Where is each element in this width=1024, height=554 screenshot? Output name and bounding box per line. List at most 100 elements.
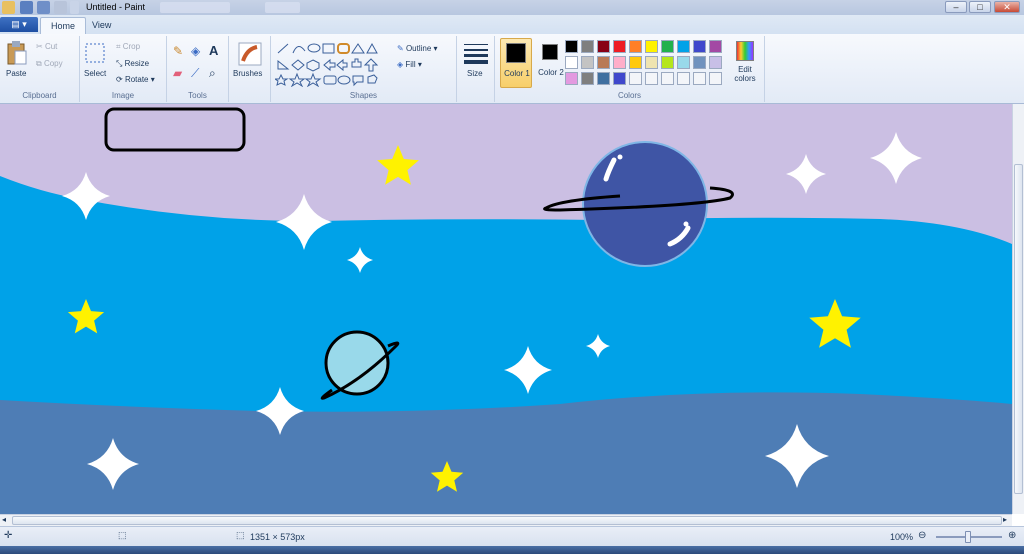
size-icon[interactable]: [463, 42, 489, 64]
scroll-right-arrow-icon[interactable]: ▸: [1003, 515, 1007, 524]
minimize-button[interactable]: –: [945, 1, 967, 13]
palette-swatch[interactable]: [693, 40, 706, 53]
palette-swatch[interactable]: [645, 72, 658, 85]
color1-label: Color 1: [504, 69, 530, 78]
palette-swatch[interactable]: [629, 56, 642, 69]
palette-swatch[interactable]: [677, 56, 690, 69]
palette-swatch[interactable]: [597, 72, 610, 85]
palette-swatch[interactable]: [677, 72, 690, 85]
paint-app-icon: [2, 1, 15, 14]
color2-selector[interactable]: Color 2: [535, 38, 567, 88]
window-title: Untitled - Paint: [86, 2, 146, 12]
outline-button[interactable]: ✎ Outline ▾: [397, 44, 438, 53]
drawing-canvas[interactable]: [0, 104, 1012, 514]
palette-swatch[interactable]: [581, 56, 594, 69]
selection-size-icon: ⬚: [118, 530, 127, 540]
resize-label: Resize: [124, 59, 150, 68]
color1-selector[interactable]: Color 1: [500, 38, 532, 88]
select-button[interactable]: Select: [84, 69, 106, 78]
clipboard-group: Paste ✂ Cut ⧉ Copy Clipboard: [0, 36, 80, 102]
palette-swatch[interactable]: [645, 40, 658, 53]
horizontal-scrollbar[interactable]: ◂ ▸: [0, 514, 1012, 526]
shapes-gallery[interactable]: [275, 41, 390, 87]
tab-view[interactable]: View: [82, 17, 121, 34]
redo-icon[interactable]: [54, 1, 67, 14]
palette-swatch[interactable]: [693, 72, 706, 85]
taskbar: [0, 546, 1024, 554]
fill-icon: ◈: [397, 60, 404, 69]
palette-swatch[interactable]: [661, 56, 674, 69]
palette-swatch[interactable]: [645, 56, 658, 69]
pencil-icon[interactable]: ✎: [173, 44, 183, 58]
clipboard-group-label: Clipboard: [22, 91, 57, 100]
fill-button[interactable]: ◈ Fill ▾: [397, 60, 422, 69]
quick-access-dropdown-icon[interactable]: [70, 1, 79, 14]
paste-icon[interactable]: [6, 40, 28, 66]
palette-swatch[interactable]: [709, 40, 722, 53]
color-picker-icon[interactable]: ⟋: [191, 66, 199, 81]
deep-band: [0, 392, 1012, 514]
zoom-in-icon[interactable]: ⊕: [1008, 530, 1016, 541]
save-icon[interactable]: [20, 1, 33, 14]
palette-swatch[interactable]: [709, 72, 722, 85]
vertical-scrollbar[interactable]: [1012, 104, 1024, 514]
palette-swatch[interactable]: [565, 56, 578, 69]
fill-label: Fill: [405, 60, 416, 69]
palette-swatch[interactable]: [581, 72, 594, 85]
title-bar-overlay: [265, 2, 300, 13]
color2-swatch: [542, 44, 558, 60]
palette-swatch[interactable]: [613, 72, 626, 85]
tab-home[interactable]: Home: [40, 17, 87, 34]
zoom-level: 100%: [890, 532, 914, 542]
canvas-size-icon: ⬚: [236, 530, 245, 540]
horizontal-scroll-thumb[interactable]: [12, 516, 1002, 525]
zoom-out-icon[interactable]: ⊖: [918, 530, 926, 541]
close-button[interactable]: ✕: [994, 1, 1020, 13]
size-button[interactable]: Size: [467, 69, 483, 78]
canvas-size-text: 1351 × 573px: [250, 532, 305, 542]
palette-swatch[interactable]: [709, 56, 722, 69]
eraser-icon[interactable]: ▰: [173, 66, 182, 80]
copy-button[interactable]: ⧉ Copy: [36, 59, 63, 69]
brushes-icon[interactable]: [237, 41, 263, 67]
palette-swatch[interactable]: [677, 40, 690, 53]
palette-swatch[interactable]: [613, 56, 626, 69]
paint-menu-button[interactable]: ▤ ▾: [0, 17, 38, 32]
paste-button[interactable]: Paste: [6, 69, 26, 78]
tools-group-label: Tools: [188, 91, 207, 100]
color-palette: [565, 40, 730, 90]
palette-swatch[interactable]: [693, 56, 706, 69]
vertical-scroll-thumb[interactable]: [1014, 164, 1023, 494]
ribbon: Paste ✂ Cut ⧉ Copy Clipboard Select ⌗ Cr…: [0, 34, 1024, 104]
zoom-slider-thumb[interactable]: [965, 531, 971, 543]
resize-button[interactable]: ⤡ Resize: [116, 59, 149, 69]
palette-swatch[interactable]: [565, 40, 578, 53]
maximize-button[interactable]: □: [969, 1, 991, 13]
image-group-label: Image: [111, 91, 135, 100]
brushes-button[interactable]: Brushes: [233, 69, 262, 78]
text-tool-icon[interactable]: A: [209, 43, 218, 58]
rotate-button[interactable]: ⟳ Rotate ▾: [116, 75, 155, 84]
scroll-left-arrow-icon[interactable]: ◂: [2, 515, 6, 524]
magnifier-icon[interactable]: ⌕: [209, 66, 216, 81]
palette-swatch[interactable]: [661, 40, 674, 53]
palette-swatch[interactable]: [661, 72, 674, 85]
palette-swatch[interactable]: [597, 40, 610, 53]
fill-bucket-icon[interactable]: ◈: [191, 44, 200, 58]
brushes-group: Brushes: [229, 36, 271, 102]
palette-swatch[interactable]: [597, 56, 610, 69]
select-icon[interactable]: [84, 42, 106, 64]
outline-label: Outline: [405, 44, 432, 53]
edit-colors-icon: [736, 41, 754, 61]
palette-swatch[interactable]: [629, 72, 642, 85]
cut-button[interactable]: ✂ Cut: [36, 42, 57, 51]
cut-label: Cut: [44, 42, 58, 51]
palette-swatch[interactable]: [613, 40, 626, 53]
edit-colors-button[interactable]: Edit colors: [732, 40, 758, 88]
crop-button[interactable]: ⌗ Crop: [116, 42, 140, 52]
planet-highlight-dot: [617, 154, 623, 160]
palette-swatch[interactable]: [629, 40, 642, 53]
undo-icon[interactable]: [37, 1, 50, 14]
palette-swatch[interactable]: [565, 72, 578, 85]
palette-swatch[interactable]: [581, 40, 594, 53]
